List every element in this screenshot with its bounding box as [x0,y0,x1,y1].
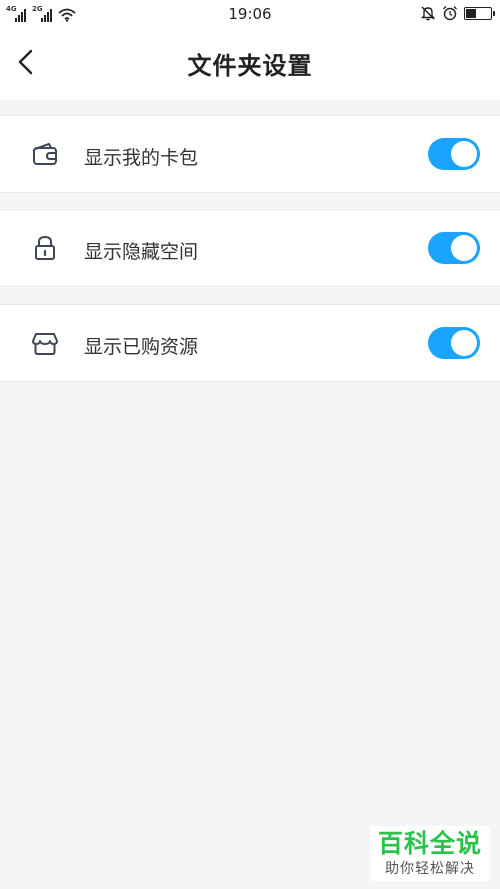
battery-fill [466,8,476,18]
watermark-logo: 百科全说 助你轻松解决 [370,826,490,881]
setting-row-card-wallet[interactable]: 显示我的卡包 [0,115,500,193]
toggle-purchased-resources[interactable] [428,327,480,359]
watermark-title: 百科全说 [377,829,482,858]
wallet-icon [30,139,60,169]
setting-label-card-wallet: 显示我的卡包 [84,147,199,169]
setting-row-hidden-space[interactable]: 显示隐藏空间 [0,209,500,287]
battery-icon [464,6,495,20]
lock-icon [30,233,60,263]
watermark-subtitle: 助你轻松解决 [385,861,475,877]
toggle-knob [451,330,477,356]
status-right-group [420,5,495,21]
alarm-icon [443,6,457,21]
toggle-knob [451,141,477,167]
status-bar: 4G 2G 19:06 [0,0,500,28]
toggle-knob [451,235,477,261]
store-icon [30,328,60,358]
page-title: 文件夹设置 [187,52,313,80]
toggle-card-wallet[interactable] [428,138,480,170]
setting-label-purchased-resources: 显示已购资源 [84,336,199,358]
setting-row-purchased-resources[interactable]: 显示已购资源 [0,304,500,382]
setting-label-hidden-space: 显示隐藏空间 [84,241,199,263]
mute-bell-icon [420,6,436,21]
nav-bar: 文件夹设置 [0,28,500,100]
toggle-hidden-space[interactable] [428,232,480,264]
